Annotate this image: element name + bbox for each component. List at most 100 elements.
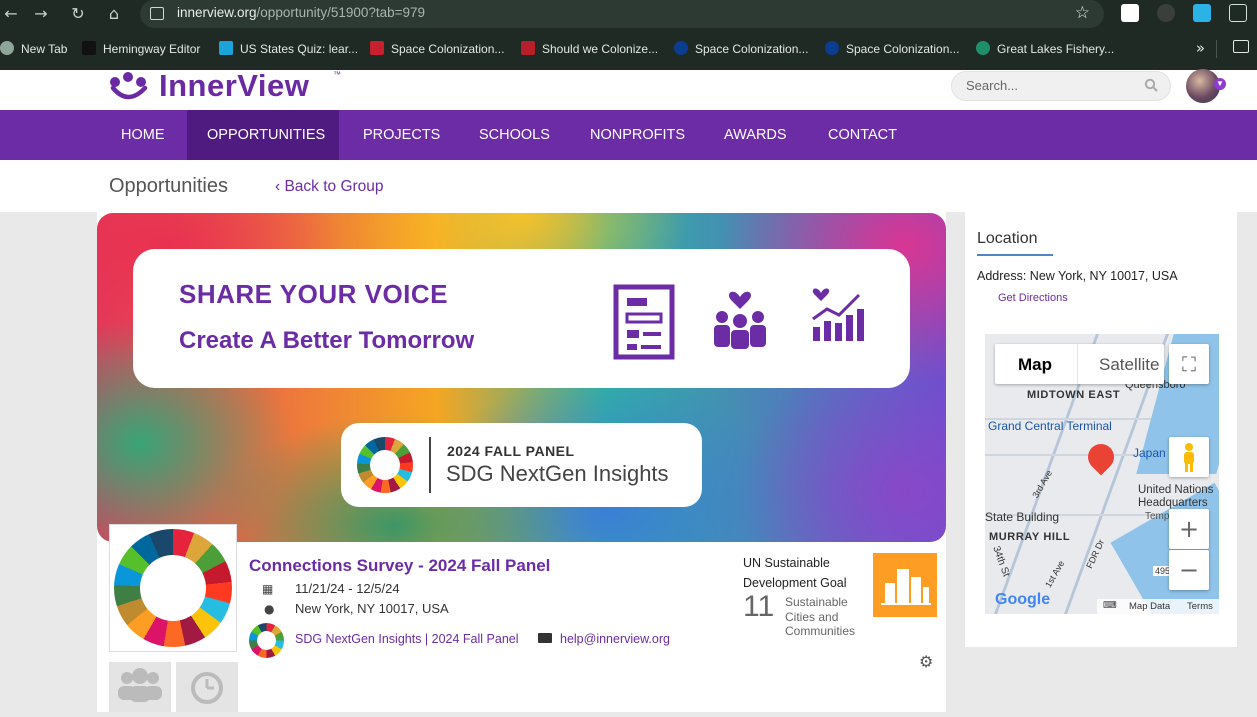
nav-schools[interactable]: SCHOOLS — [467, 110, 562, 160]
community-icon — [714, 291, 766, 349]
map-type-divider — [1077, 344, 1078, 384]
url-text[interactable]: innerview.org/opportunity/51900?tab=979 — [177, 5, 425, 20]
search-input[interactable] — [966, 78, 1136, 93]
settings-gear-icon[interactable]: ⚙ — [919, 654, 935, 670]
sdg-wheel-icon — [114, 529, 232, 647]
map-label: State Building — [985, 510, 1060, 524]
page-title: Opportunities — [109, 175, 228, 197]
google-logo: Google — [995, 591, 1051, 608]
opportunity-banner: SHARE YOUR VOICE Create A Better Tomorro… — [97, 213, 946, 542]
pegman-icon[interactable] — [1169, 437, 1209, 477]
nav-home[interactable]: HOME — [109, 110, 177, 160]
opportunity-dates: 11/21/24 - 12/5/24 — [295, 581, 400, 596]
nasa-icon — [825, 41, 839, 55]
nav-nonprofits[interactable]: NONPROFITS — [578, 110, 697, 160]
search-icon[interactable] — [1144, 78, 1158, 92]
extension-icon[interactable] — [1121, 4, 1139, 22]
map-type-satellite-button[interactable]: Satellite — [1099, 355, 1159, 375]
back-icon[interactable]: ← — [0, 3, 22, 25]
sdg-heading: UN Sustainable Development Goal — [743, 556, 847, 590]
cisco-icon — [219, 41, 233, 55]
procon-icon — [370, 41, 384, 55]
bookmark-item[interactable]: Space Colonization... — [825, 41, 959, 57]
logo-text: InnerView — [159, 68, 310, 103]
zoom-out-button[interactable]: − — [1169, 550, 1209, 590]
terms-link[interactable]: Terms — [1187, 601, 1213, 612]
sdg-11-tile[interactable] — [873, 553, 937, 617]
globe-icon — [0, 41, 14, 55]
users-icon — [118, 668, 162, 702]
nav-contact[interactable]: CONTACT — [816, 110, 909, 160]
map-attribution: ⌨ Map Data Terms — [1097, 599, 1219, 614]
bookmark-item[interactable]: Space Colonization... — [674, 41, 808, 57]
folder-icon[interactable] — [1233, 40, 1249, 53]
get-directions-link[interactable]: Get Directions — [998, 292, 1068, 304]
browser-toolbar: ← → ↻ ⌂ innerview.org/opportunity/51900?… — [0, 0, 1257, 28]
page-subheader: Opportunities ‹ Back to Group — [0, 160, 1257, 212]
back-to-group-link[interactable]: ‹ Back to Group — [275, 178, 384, 196]
opportunity-location: New York, NY 10017, USA — [295, 601, 449, 616]
bookmark-item[interactable]: US States Quiz: lear... — [219, 41, 358, 57]
sdg-name: Sustainable Cities and Communities — [785, 595, 856, 638]
hemingway-icon — [82, 41, 96, 55]
map-marker-icon: ● — [264, 602, 275, 616]
growth-chart-icon — [812, 288, 864, 341]
main-nav: HOME OPPORTUNITIES PROJECTS SCHOOLS NONP… — [0, 110, 1257, 160]
nav-awards[interactable]: AWARDS — [712, 110, 799, 160]
logo-mark-icon — [110, 72, 148, 100]
home-icon[interactable]: ⌂ — [103, 3, 125, 25]
opportunity-title: Connections Survey - 2024 Fall Panel — [249, 556, 551, 575]
forward-icon[interactable]: → — [30, 3, 52, 25]
map-type-map-button[interactable]: Map — [1018, 355, 1052, 375]
address-bar[interactable]: innerview.org/opportunity/51900?tab=979 … — [140, 0, 1104, 28]
envelope-icon — [538, 633, 552, 643]
zoom-in-button[interactable]: + — [1169, 509, 1209, 549]
survey-form-icon — [613, 284, 675, 360]
extension-book-icon[interactable] — [1229, 4, 1247, 22]
bookmark-item[interactable]: New Tab — [0, 41, 67, 57]
reload-icon[interactable]: ↻ — [67, 3, 89, 25]
calendar-icon: ▦ — [262, 582, 274, 596]
site-icon — [521, 41, 535, 55]
location-address: Address: New York, NY 10017, USA — [977, 269, 1178, 283]
location-heading: Location — [977, 230, 1038, 247]
map-type-control: Map Satellite — [995, 344, 1164, 384]
bookmarks-bar: New Tab Hemingway Editor US States Quiz:… — [0, 28, 1257, 70]
panel-year: 2024 FALL PANEL — [447, 443, 575, 459]
site-info-icon[interactable] — [150, 7, 164, 20]
bookmark-item[interactable]: Hemingway Editor — [82, 41, 200, 57]
clock-icon — [191, 672, 223, 704]
banner-subheadline: Create A Better Tomorrow — [179, 327, 475, 354]
street-view-icon — [1184, 443, 1194, 472]
opportunity-logo — [109, 524, 237, 652]
email-link[interactable]: help@innerview.org — [560, 632, 670, 646]
bookmark-item[interactable]: Space Colonization... — [370, 41, 504, 57]
chevron-down-icon[interactable]: ▼ — [1214, 78, 1226, 90]
map-data-link[interactable]: Map Data — [1129, 601, 1170, 612]
banner-headline-box: SHARE YOUR VOICE Create A Better Tomorro… — [133, 249, 910, 388]
nasa-icon — [674, 41, 688, 55]
sdg-number: 11 — [743, 590, 775, 623]
search-box[interactable] — [951, 71, 1171, 101]
map-label: United Nations Headquarters — [1138, 484, 1214, 509]
nav-opportunities[interactable]: OPPORTUNITIES — [187, 110, 339, 160]
keyboard-shortcuts-icon[interactable]: ⌨ — [1103, 600, 1117, 611]
participants-button[interactable] — [109, 662, 171, 712]
bookmark-star-icon[interactable]: ☆ — [1075, 3, 1090, 23]
group-logo[interactable] — [249, 623, 284, 658]
panel-name: SDG NextGen Insights — [446, 461, 669, 486]
history-button[interactable] — [176, 662, 238, 712]
location-map[interactable]: Queensboro MIDTOWN EAST Grand Central Te… — [985, 334, 1219, 614]
extension-cloud-icon[interactable] — [1193, 4, 1211, 22]
map-label: MIDTOWN EAST — [1027, 389, 1121, 401]
extension-bug-icon[interactable] — [1157, 4, 1175, 22]
bookmark-item[interactable]: Should we Colonize... — [521, 41, 658, 57]
fishery-icon — [976, 41, 990, 55]
more-bookmarks-icon[interactable]: » — [1196, 39, 1205, 57]
map-label: Grand Central Terminal — [988, 419, 1112, 433]
group-link[interactable]: SDG NextGen Insights | 2024 Fall Panel — [295, 632, 519, 646]
nav-projects[interactable]: PROJECTS — [351, 110, 452, 160]
bookmark-item[interactable]: Great Lakes Fishery... — [976, 41, 1114, 57]
map-label: MURRAY HILL — [989, 531, 1071, 543]
fullscreen-icon[interactable]: ⛶ — [1169, 344, 1209, 384]
